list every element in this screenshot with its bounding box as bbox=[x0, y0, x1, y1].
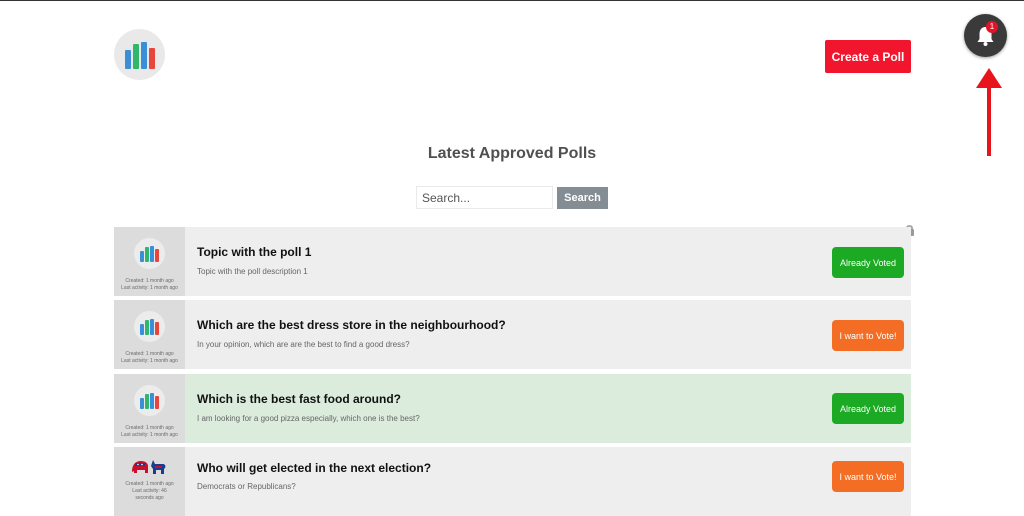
page-title: Latest Approved Polls bbox=[427, 145, 597, 162]
search-input[interactable] bbox=[416, 186, 553, 209]
poll-row[interactable]: Created: 1 month ago Last activity: 1 mo… bbox=[114, 227, 911, 296]
vote-button[interactable]: I want to Vote! bbox=[832, 320, 904, 351]
poll-created: Created: 1 month ago bbox=[125, 481, 174, 487]
poll-description: Democrats or Republicans? bbox=[197, 482, 296, 491]
vote-button[interactable]: I want to Vote! bbox=[832, 461, 904, 492]
poll-last-activity: Last activity: 1 month ago bbox=[121, 285, 178, 291]
site-logo[interactable] bbox=[114, 29, 165, 80]
poll-description: Topic with the poll description 1 bbox=[197, 267, 308, 276]
poll-description: In your opinion, which are are the best … bbox=[197, 340, 410, 349]
bell-icon bbox=[977, 27, 994, 46]
top-border bbox=[0, 0, 1024, 1]
notification-button[interactable] bbox=[964, 14, 1007, 57]
bar-chart-logo-icon bbox=[125, 42, 155, 69]
poll-last-activity: Last activity: 46 seconds ago bbox=[132, 488, 167, 501]
poll-title[interactable]: Topic with the poll 1 bbox=[197, 245, 311, 259]
elephant-donkey-icon bbox=[132, 460, 166, 474]
poll-chart-icon bbox=[134, 385, 165, 416]
poll-title[interactable]: Which is the best fast food around? bbox=[197, 392, 401, 406]
poll-description: I am looking for a good pizza especially… bbox=[197, 414, 420, 423]
poll-row[interactable]: Created: 1 month ago Last activity: 1 mo… bbox=[114, 300, 911, 369]
poll-created: Created: 1 month ago bbox=[125, 278, 174, 284]
poll-title[interactable]: Who will get elected in the next electio… bbox=[197, 461, 431, 475]
poll-chart-icon bbox=[134, 238, 165, 269]
already-voted-button[interactable]: Already Voted bbox=[832, 393, 904, 424]
poll-created: Created: 1 month ago bbox=[125, 351, 174, 357]
poll-chart-icon bbox=[134, 311, 165, 342]
already-voted-button[interactable]: Already Voted bbox=[832, 247, 904, 278]
poll-title[interactable]: Which are the best dress store in the ne… bbox=[197, 318, 506, 332]
notification-badge: 1 bbox=[986, 21, 998, 33]
create-poll-button[interactable]: Create a Poll bbox=[825, 40, 911, 73]
poll-last-activity: Last activity: 1 month ago bbox=[121, 358, 178, 364]
search-button[interactable]: Search bbox=[557, 187, 608, 209]
poll-row[interactable]: Created: 1 month ago Last activity: 1 mo… bbox=[114, 374, 911, 443]
poll-row[interactable]: Created: 1 month ago Last activity: 46 s… bbox=[114, 447, 911, 516]
poll-last-activity: Last activity: 1 month ago bbox=[121, 432, 178, 438]
poll-created: Created: 1 month ago bbox=[125, 425, 174, 431]
